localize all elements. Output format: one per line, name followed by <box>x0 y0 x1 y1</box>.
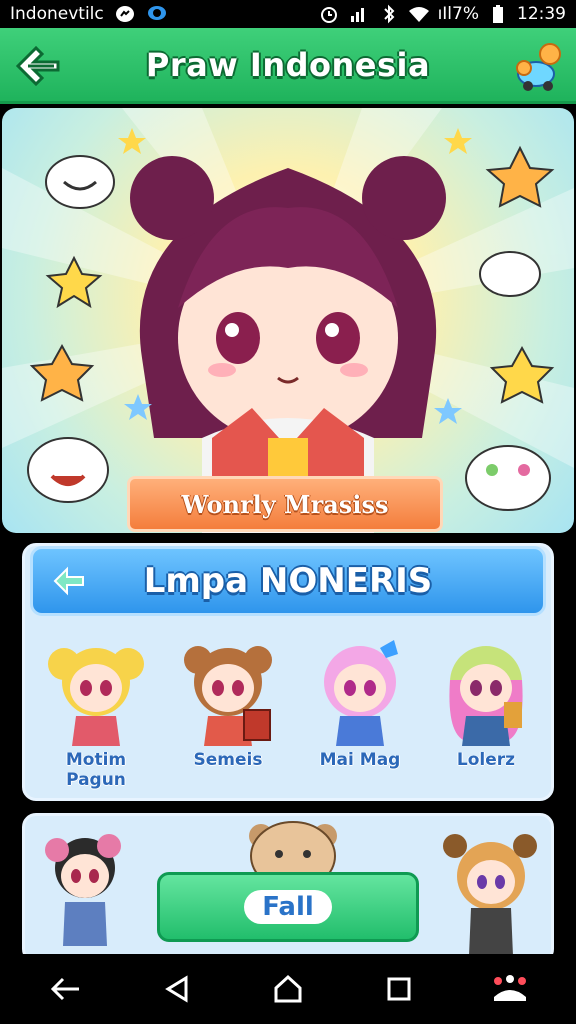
recents-icon <box>387 977 411 1001</box>
battery-icon <box>487 4 509 24</box>
character-card-1[interactable]: Motim Pagun <box>36 630 156 790</box>
bluetooth-icon <box>378 4 400 24</box>
recents-button[interactable] <box>371 961 427 1017</box>
sunburst-background <box>2 108 574 533</box>
sparkle-icon <box>53 566 84 596</box>
hero-banner <box>2 108 574 533</box>
back-button[interactable] <box>14 42 62 90</box>
chat-bubble-icon <box>146 4 168 24</box>
character-name-3: Mai Mag <box>319 750 401 770</box>
panel-title-bar: Lmpa NONERIS <box>30 546 546 616</box>
signal-icon <box>348 4 370 24</box>
play-button-label: Fall <box>244 890 332 924</box>
triangle-back-button[interactable] <box>149 961 205 1017</box>
panel-title: Lmpa NONERIS <box>143 561 433 601</box>
page-title: Praw Indonesia <box>145 45 431 84</box>
menu-icon <box>494 975 527 1001</box>
back-arrow-icon <box>15 45 60 87</box>
clock: 12:39 <box>517 4 566 24</box>
back-nav-icon <box>50 977 79 1001</box>
character-card-4[interactable]: Lolerz <box>426 630 546 790</box>
character-avatar-3 <box>324 640 398 746</box>
mascot-icon <box>516 43 561 91</box>
carrier-label: Indonevtilc <box>10 4 104 24</box>
menu-button[interactable] <box>482 961 538 1017</box>
character-avatar-6 <box>443 834 537 956</box>
character-card-3[interactable]: Mai Mag <box>300 630 420 790</box>
character-name-2: Semeis <box>193 750 263 770</box>
character-name-4: Lolerz <box>456 750 516 770</box>
character-avatar-4 <box>449 646 523 746</box>
mascot-button[interactable] <box>510 38 566 94</box>
character-name-1: Motim Pagun <box>65 750 127 790</box>
messenger-icon <box>114 4 136 24</box>
character-avatar-5 <box>45 834 121 946</box>
character-card-2[interactable]: Semeis <box>168 630 288 790</box>
battery-text: ıIl7% <box>437 4 479 24</box>
home-button[interactable] <box>260 961 316 1017</box>
triangle-back-icon <box>164 975 188 1003</box>
home-icon <box>274 974 302 1003</box>
wifi-icon <box>408 4 430 24</box>
character-avatar-2 <box>184 646 272 746</box>
app-header: Praw Indonesia <box>0 28 576 104</box>
back-nav-button[interactable] <box>38 961 94 1017</box>
status-bar: Indonevtilc ıIl7% 12:39 <box>0 0 576 28</box>
alarm-icon <box>318 4 340 24</box>
navigation-bar <box>0 954 576 1024</box>
character-avatar-1 <box>48 648 144 746</box>
play-button[interactable]: Fall <box>157 872 419 942</box>
hero-caption-button[interactable]: Wonrly Mrasiss <box>127 476 443 532</box>
